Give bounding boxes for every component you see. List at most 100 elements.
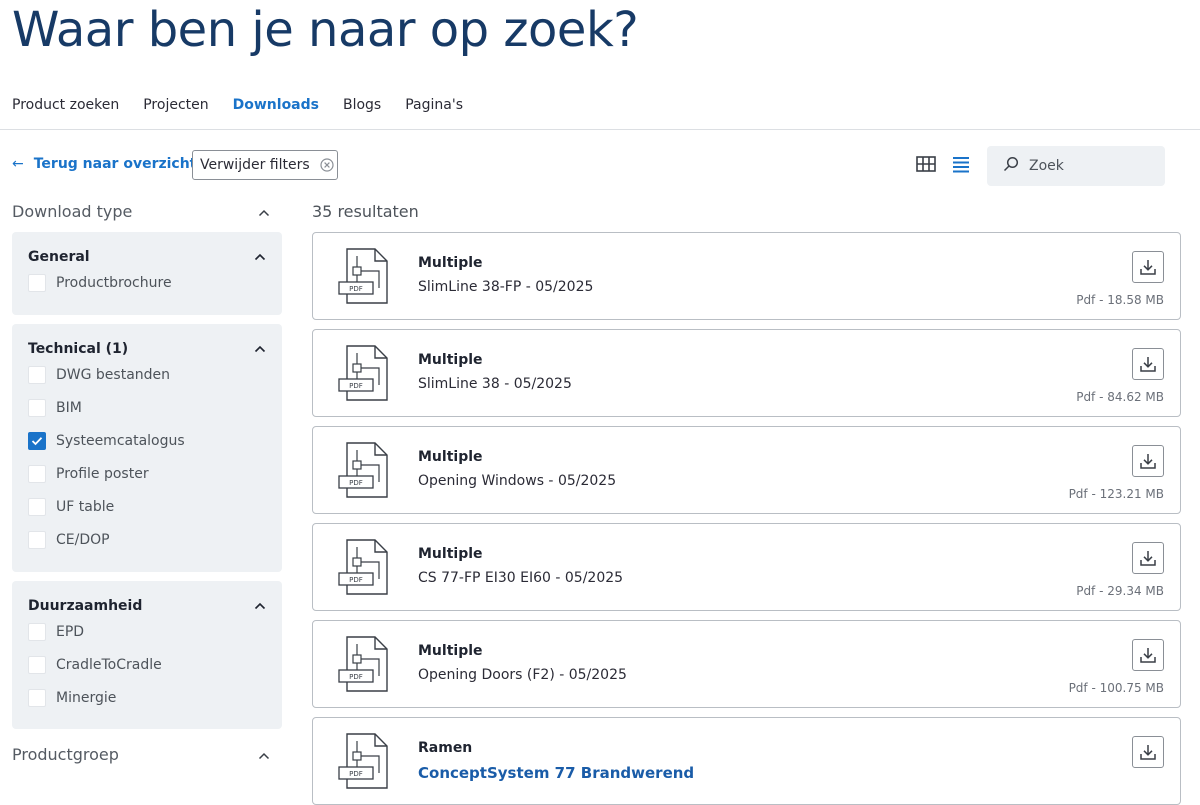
list-view-icon[interactable]	[952, 156, 970, 174]
chevron-up-icon	[254, 598, 266, 614]
tab-blogs[interactable]: Blogs	[343, 96, 381, 114]
result-category: Multiple	[418, 643, 483, 659]
result-card[interactable]: PDF Multiple SlimLine 38-FP - 05/2025 Pdf …	[312, 232, 1181, 320]
checkbox[interactable]	[28, 688, 46, 707]
filter-option-label: UF table	[56, 498, 115, 515]
result-card[interactable]: PDF Multiple Opening Doors (F2) - 05/2025…	[312, 620, 1181, 708]
filter-option-minergie[interactable]: Minergie	[28, 681, 266, 714]
download-button[interactable]	[1132, 639, 1164, 671]
productgroep-label: Productgroep	[12, 745, 119, 764]
filter-option-profile-poster[interactable]: Profile poster	[28, 457, 266, 490]
download-button[interactable]	[1132, 251, 1164, 283]
tab-projecten[interactable]: Projecten	[143, 96, 208, 114]
pdf-icon-label: PDF	[349, 576, 363, 584]
chevron-up-icon	[258, 745, 270, 764]
file-meta: Pdf - 84.62 MB	[1076, 390, 1164, 404]
filter-option-uf-table[interactable]: UF table	[28, 490, 266, 523]
checkmark-icon	[31, 436, 43, 445]
download-button[interactable]	[1132, 736, 1164, 768]
checkbox[interactable]	[28, 655, 46, 674]
result-title: SlimLine 38 - 05/2025	[418, 376, 572, 392]
file-meta: Pdf - 100.75 MB	[1068, 681, 1164, 695]
filter-group-general: General Productbrochure	[12, 232, 282, 315]
checkbox[interactable]	[28, 497, 46, 516]
back-to-overview-link[interactable]: ← Terug naar overzicht	[12, 156, 196, 172]
close-circle-icon	[320, 158, 334, 172]
back-link-label: Terug naar overzicht	[33, 156, 197, 172]
filter-option-epd[interactable]: EPD	[28, 615, 266, 648]
pdf-file-icon: PDF	[337, 345, 391, 401]
filter-option-label: BIM	[56, 399, 82, 416]
download-type-label: Download type	[12, 202, 133, 221]
download-icon	[1140, 551, 1156, 566]
result-card[interactable]: PDF Ramen ConceptSystem 77 Brandwerend	[312, 717, 1181, 805]
filter-option-label: Profile poster	[56, 465, 149, 482]
result-title: CS 77-FP EI30 EI60 - 05/2025	[418, 570, 624, 586]
result-card[interactable]: PDF Multiple Opening Windows - 05/2025 Pdf…	[312, 426, 1181, 514]
page-title: Waar ben je naar op zoek?	[12, 2, 639, 58]
pdf-icon-label: PDF	[349, 479, 363, 487]
filter-group-duurzaamheid: Duurzaamheid EPD CradleToCradle Minergie	[12, 581, 282, 729]
filter-option-cradletocradle[interactable]: CradleToCradle	[28, 648, 266, 681]
checkbox[interactable]	[28, 464, 46, 483]
result-category: Multiple	[418, 255, 483, 271]
checkbox[interactable]	[28, 398, 46, 417]
download-type-heading[interactable]: Download type	[12, 202, 270, 221]
checkbox[interactable]	[28, 273, 46, 292]
checkbox[interactable]	[28, 622, 46, 641]
result-title: Opening Windows - 05/2025	[418, 473, 617, 489]
filter-option-label: Systeemcatalogus	[56, 432, 185, 449]
checkbox[interactable]	[28, 365, 46, 384]
checkbox[interactable]	[28, 530, 46, 549]
grid-view-icon[interactable]	[916, 156, 938, 174]
download-button[interactable]	[1132, 542, 1164, 574]
pdf-file-icon: PDF	[337, 248, 391, 304]
filter-option-bim[interactable]: BIM	[28, 391, 266, 424]
filter-group-title: Duurzaamheid	[28, 598, 143, 614]
search-box	[987, 146, 1165, 186]
tab-downloads[interactable]: Downloads	[233, 96, 319, 114]
results-count: 35 resultaten	[312, 202, 419, 221]
filter-option-productbrochure[interactable]: Productbrochure	[28, 266, 266, 299]
result-card[interactable]: PDF Multiple CS 77-FP EI30 EI60 - 05/2025…	[312, 523, 1181, 611]
pdf-icon-label: PDF	[349, 673, 363, 681]
remove-filters-button[interactable]: Verwijder filters	[192, 150, 338, 180]
pdf-icon-label: PDF	[349, 770, 363, 778]
result-category: Multiple	[418, 546, 483, 562]
result-card[interactable]: PDF Multiple SlimLine 38 - 05/2025 Pdf - 8…	[312, 329, 1181, 417]
filter-group-title: Technical (1)	[28, 341, 129, 357]
tab-product-zoeken[interactable]: Product zoeken	[12, 96, 119, 114]
result-category: Multiple	[418, 352, 483, 368]
search-icon	[1003, 156, 1019, 176]
file-meta: Pdf - 29.34 MB	[1076, 584, 1164, 598]
result-category: Multiple	[418, 449, 483, 465]
search-input[interactable]	[1027, 157, 1151, 175]
download-icon	[1140, 357, 1156, 372]
productgroep-heading[interactable]: Productgroep	[12, 745, 270, 764]
filter-option-dwg[interactable]: DWG bestanden	[28, 358, 266, 391]
file-meta: Pdf - 18.58 MB	[1076, 293, 1164, 307]
filter-group-technical: Technical (1) DWG bestanden BIM Systeemc…	[12, 324, 282, 572]
tab-paginas[interactable]: Pagina's	[405, 96, 463, 114]
pdf-icon-label: PDF	[349, 285, 363, 293]
filter-option-label: CradleToCradle	[56, 656, 162, 673]
result-title: Opening Doors (F2) - 05/2025	[418, 667, 627, 683]
filter-group-technical-header[interactable]: Technical (1)	[28, 340, 266, 358]
tabs-divider	[0, 129, 1200, 130]
file-meta: Pdf - 123.21 MB	[1068, 487, 1164, 501]
result-title: SlimLine 38-FP - 05/2025	[418, 279, 594, 295]
filter-group-general-header[interactable]: General	[28, 248, 266, 266]
checkbox-checked[interactable]	[28, 431, 46, 450]
download-button[interactable]	[1132, 348, 1164, 380]
filter-option-label: EPD	[56, 623, 85, 640]
filter-group-duurzaamheid-header[interactable]: Duurzaamheid	[28, 597, 266, 615]
filter-group-title: General	[28, 249, 90, 265]
filter-option-label: Minergie	[56, 689, 117, 706]
arrow-left-icon: ←	[12, 156, 24, 172]
result-title[interactable]: ConceptSystem 77 Brandwerend	[418, 764, 694, 782]
download-button[interactable]	[1132, 445, 1164, 477]
filter-option-systeemcatalogus[interactable]: Systeemcatalogus	[28, 424, 266, 457]
download-icon	[1140, 454, 1156, 469]
search-tabs: Product zoeken Projecten Downloads Blogs…	[12, 96, 487, 114]
filter-option-ce-dop[interactable]: CE/DOP	[28, 523, 266, 556]
